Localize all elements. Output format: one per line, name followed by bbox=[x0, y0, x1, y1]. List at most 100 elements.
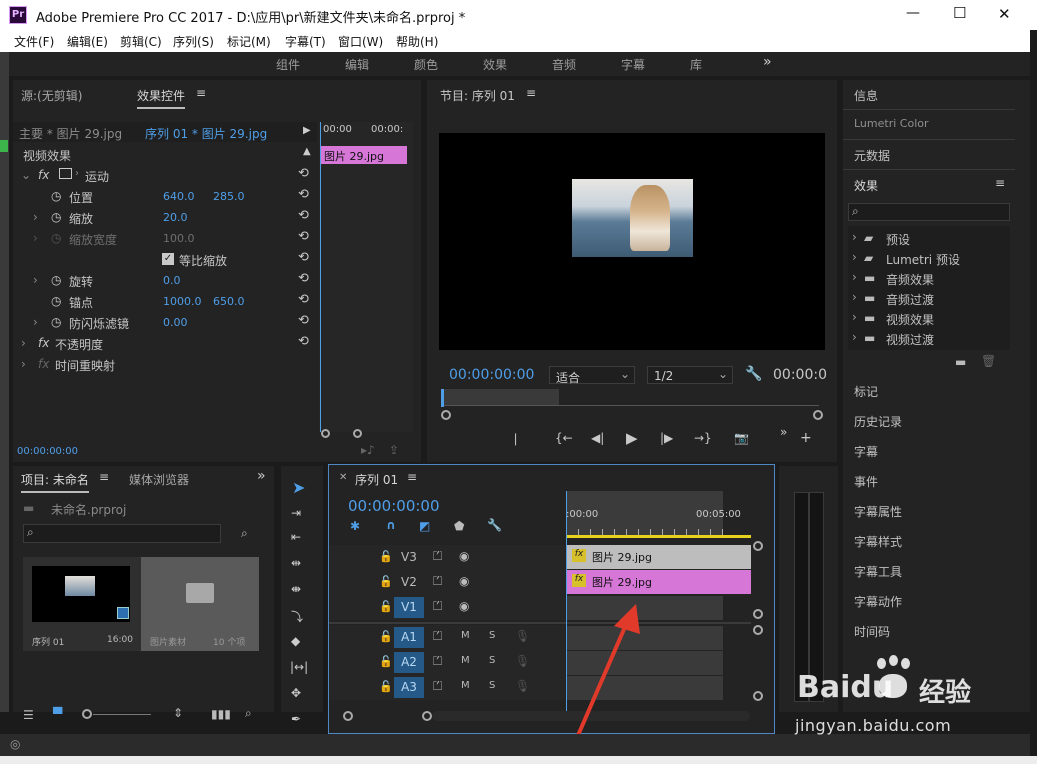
fit-dropdown[interactable]: 适合 ⌄ bbox=[549, 366, 635, 385]
rate-stretch-tool-icon[interactable]: ⇼ bbox=[291, 582, 301, 596]
stopwatch-icon[interactable]: ◷ bbox=[51, 189, 61, 203]
reset-icon[interactable]: ⟲ bbox=[298, 334, 309, 349]
chevron-down-icon[interactable]: ⌄ bbox=[21, 168, 31, 182]
microphone-icon[interactable]: 🎙 bbox=[515, 679, 530, 693]
tab-effect-controls[interactable]: 效果控件 bbox=[137, 87, 186, 109]
menu-window[interactable]: 窗口(W) bbox=[338, 33, 383, 50]
panel-menu-icon[interactable]: ≡ bbox=[995, 176, 1005, 190]
panel-menu-icon[interactable]: ≡ bbox=[407, 470, 417, 484]
rolling-edit-tool-icon[interactable]: ⇹ bbox=[291, 556, 301, 570]
go-to-in-button[interactable]: {← bbox=[555, 431, 573, 445]
work-area-bar[interactable] bbox=[566, 535, 751, 538]
chevron-right-icon[interactable]: › bbox=[75, 168, 79, 179]
workspace-titles[interactable]: 字幕 bbox=[621, 56, 645, 73]
program-scroll-handle[interactable] bbox=[813, 410, 823, 420]
timeline-clip-v2[interactable]: fx 图片 29.jpg bbox=[566, 570, 751, 594]
title-actions-panel[interactable]: 字幕动作 bbox=[854, 593, 902, 610]
program-mini-ruler[interactable] bbox=[441, 389, 559, 405]
track-target-v1[interactable]: V1 bbox=[394, 597, 424, 618]
solo-button[interactable]: S bbox=[489, 655, 495, 666]
workspace-libraries[interactable]: 库 bbox=[690, 56, 702, 73]
solo-button[interactable]: S bbox=[489, 680, 495, 691]
sync-lock-icon[interactable]: ⏍ bbox=[433, 654, 442, 669]
anchor-y[interactable]: 650.0 bbox=[213, 295, 245, 308]
workspace-assembly[interactable]: 组件 bbox=[276, 56, 300, 73]
captions-panel[interactable]: 字幕 bbox=[854, 443, 878, 460]
project-item-bin[interactable]: 图片素材 10 个项 bbox=[141, 557, 259, 651]
info-panel[interactable]: 信息 bbox=[854, 87, 878, 104]
eye-icon[interactable]: ◉ bbox=[459, 549, 469, 563]
lumetri-color-panel[interactable]: Lumetri Color bbox=[854, 117, 929, 130]
h-scroll-handle[interactable] bbox=[422, 711, 432, 721]
lock-icon[interactable]: 🔓 bbox=[379, 575, 393, 588]
snap-icon[interactable]: ∩ bbox=[386, 518, 396, 532]
sync-lock-icon[interactable]: ⏍ bbox=[433, 629, 442, 644]
chevron-right-icon[interactable]: › bbox=[33, 273, 38, 287]
events-panel[interactable]: 事件 bbox=[854, 473, 878, 490]
search-icon[interactable]: ⌕ bbox=[245, 706, 252, 721]
zoom-slider-track[interactable] bbox=[93, 714, 151, 715]
reset-icon[interactable]: ⟲ bbox=[298, 229, 309, 244]
effects-panel-title[interactable]: 效果 bbox=[854, 177, 878, 194]
timecode-panel[interactable]: 时间码 bbox=[854, 623, 890, 640]
track-target-a2[interactable]: A2 bbox=[394, 652, 424, 673]
title-styles-panel[interactable]: 字幕样式 bbox=[854, 533, 902, 550]
sync-lock-icon[interactable]: ⏍ bbox=[433, 679, 442, 694]
add-marker-icon[interactable]: ⬟ bbox=[454, 519, 464, 533]
workspace-audio[interactable]: 音频 bbox=[552, 56, 576, 73]
workspace-editing[interactable]: 编辑 bbox=[345, 56, 369, 73]
effect-folder-audio-transitions[interactable]: › ▬ 音频过渡 bbox=[848, 288, 1010, 308]
play-arrow-icon[interactable]: ▶ bbox=[303, 125, 311, 136]
creative-cloud-icon[interactable]: ◎ bbox=[10, 737, 20, 751]
reset-icon[interactable]: ⟲ bbox=[298, 292, 309, 307]
slide-tool-icon[interactable]: |↔| bbox=[290, 660, 308, 674]
trash-icon[interactable]: 🗑 bbox=[981, 354, 996, 368]
workspace-color[interactable]: 颜色 bbox=[414, 56, 438, 73]
zoom-slider-handle[interactable] bbox=[82, 709, 92, 719]
eye-icon[interactable]: ◉ bbox=[459, 574, 469, 588]
sync-lock-icon[interactable]: ⏍ bbox=[433, 574, 442, 589]
mute-button[interactable]: M bbox=[461, 630, 470, 641]
lock-icon[interactable]: 🔓 bbox=[379, 655, 393, 668]
lock-icon[interactable]: 🔓 bbox=[379, 630, 393, 643]
sequence-clip[interactable]: 序列 01 * 图片 29.jpg bbox=[145, 125, 267, 142]
mark-in-button[interactable]: ⎸ bbox=[515, 432, 527, 447]
v-scroll-handle[interactable] bbox=[753, 609, 763, 619]
ec-timecode[interactable]: 00:00:00:00 bbox=[17, 446, 78, 457]
flicker-value[interactable]: 0.00 bbox=[163, 316, 188, 329]
timeline-timecode[interactable]: 00:00:00:00 bbox=[348, 497, 440, 515]
chevron-right-icon[interactable]: › bbox=[33, 315, 38, 329]
lock-icon[interactable]: 🔓 bbox=[379, 600, 393, 613]
panel-menu-icon[interactable]: ≡ bbox=[196, 86, 206, 100]
solo-button[interactable]: S bbox=[489, 630, 495, 641]
effect-folder-audio-effects[interactable]: › ▬ 音频效果 bbox=[848, 268, 1010, 288]
maximize-button[interactable]: ☐ bbox=[953, 4, 966, 22]
scale-value[interactable]: 20.0 bbox=[163, 211, 188, 224]
reset-icon[interactable]: ⟲ bbox=[298, 187, 309, 202]
slip-tool-icon[interactable]: ◆ bbox=[291, 634, 300, 648]
microphone-icon[interactable]: 🎙 bbox=[515, 654, 530, 668]
uniform-scale-checkbox[interactable]: ✓ bbox=[162, 253, 174, 265]
panel-menu-icon[interactable]: ≡ bbox=[99, 470, 109, 484]
anchor-x[interactable]: 1000.0 bbox=[163, 295, 202, 308]
title-tools-panel[interactable]: 字幕工具 bbox=[854, 563, 902, 580]
program-timecode[interactable]: 00:00:00:00 bbox=[449, 367, 534, 383]
icon-view-icon[interactable]: ▀ bbox=[53, 707, 62, 721]
export-frame-button[interactable]: 📷 bbox=[734, 431, 749, 445]
mute-button[interactable]: M bbox=[461, 680, 470, 691]
tab-project[interactable]: 项目: 未命名 bbox=[21, 471, 89, 493]
menu-marker[interactable]: 标记(M) bbox=[227, 33, 271, 50]
stopwatch-icon[interactable]: ◷ bbox=[51, 315, 61, 329]
ec-clip-bar[interactable]: 图片 29.jpg bbox=[321, 146, 407, 164]
more-controls-button[interactable]: » bbox=[780, 425, 787, 439]
ec-playhead[interactable] bbox=[320, 122, 321, 432]
play-only-audio-icon[interactable]: ▸♪ bbox=[361, 443, 375, 457]
reset-icon[interactable]: ⟲ bbox=[298, 271, 309, 286]
collapse-icon[interactable]: ▲ bbox=[303, 146, 311, 157]
ec-scroll-handle[interactable] bbox=[321, 429, 330, 438]
tab-source[interactable]: 源:(无剪辑) bbox=[21, 87, 82, 104]
sync-lock-icon[interactable]: ⏍ bbox=[433, 549, 442, 564]
reset-icon[interactable]: ⟲ bbox=[298, 313, 309, 328]
export-icon[interactable]: ⇪ bbox=[389, 443, 399, 457]
workspace-effects[interactable]: 效果 bbox=[483, 56, 507, 73]
